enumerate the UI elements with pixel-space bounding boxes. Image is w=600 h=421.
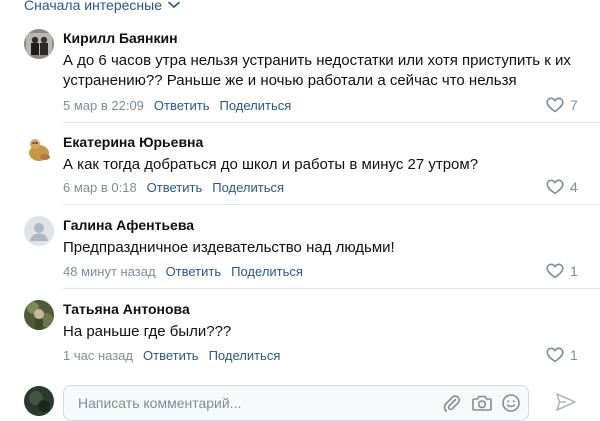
heart-icon <box>546 97 564 113</box>
reply-button[interactable]: Ответить <box>143 348 199 363</box>
like-count: 1 <box>570 263 578 279</box>
comment-author[interactable]: Галина Афентьева <box>63 217 194 233</box>
avatar[interactable] <box>24 216 54 246</box>
share-button[interactable]: Поделиться <box>231 264 303 279</box>
heart-icon <box>546 347 564 363</box>
avatar[interactable] <box>24 300 54 330</box>
emoji-icon[interactable] <box>501 393 521 418</box>
comment-author[interactable]: Татьяна Антонова <box>63 301 190 317</box>
comment-text: На раньше где были??? <box>63 323 232 340</box>
like-button[interactable]: 4 <box>546 179 578 195</box>
sort-dropdown[interactable]: Сначала интересные <box>24 0 180 14</box>
like-count: 7 <box>570 97 578 113</box>
divider <box>63 122 600 123</box>
share-button[interactable]: Поделиться <box>212 180 284 195</box>
comment-item: Татьяна Антонова На раньше где были??? 1… <box>0 300 600 368</box>
avatar[interactable] <box>24 133 54 163</box>
comment-timestamp[interactable]: 5 мар в 22:09 <box>63 98 144 113</box>
comment-composer <box>63 385 529 421</box>
like-button[interactable]: 1 <box>546 263 578 279</box>
like-count: 1 <box>570 347 578 363</box>
share-button[interactable]: Поделиться <box>219 98 291 113</box>
share-button[interactable]: Поделиться <box>209 348 281 363</box>
comment-timestamp[interactable]: 1 час назад <box>63 348 133 363</box>
comment-timestamp[interactable]: 6 мар в 0:18 <box>63 180 137 195</box>
like-count: 4 <box>570 179 578 195</box>
like-button[interactable]: 1 <box>546 347 578 363</box>
comment-item: Екатерина Юрьевна А как тогда добраться … <box>0 133 600 201</box>
current-user-avatar <box>24 386 54 416</box>
reply-button[interactable]: Ответить <box>166 264 222 279</box>
send-icon <box>555 393 577 416</box>
like-button[interactable]: 7 <box>546 97 578 113</box>
divider <box>63 204 600 205</box>
chevron-down-icon <box>168 1 180 9</box>
reply-button[interactable]: Ответить <box>147 180 203 195</box>
paperclip-icon[interactable] <box>442 393 462 418</box>
comment-text: А как тогда добраться до школ и работы в… <box>63 156 479 173</box>
comment-input[interactable] <box>76 392 420 414</box>
comment-item: Галина Афентьева Предпраздничное издеват… <box>0 216 600 284</box>
comment-author[interactable]: Кирилл Баянкин <box>63 30 178 46</box>
send-button[interactable] <box>555 392 577 417</box>
comment-author[interactable]: Екатерина Юрьевна <box>63 134 203 150</box>
comment-text: А до 6 часов утра нельзя устранить недос… <box>63 52 571 89</box>
heart-icon <box>546 179 564 195</box>
reply-button[interactable]: Ответить <box>154 98 210 113</box>
comment-item: Кирилл Баянкин А до 6 часов утра нельзя … <box>0 29 600 117</box>
default-avatar-icon <box>24 216 54 246</box>
sort-label: Сначала интересные <box>24 0 162 13</box>
camera-icon[interactable] <box>471 393 493 418</box>
avatar[interactable] <box>24 29 54 59</box>
comment-text: Предпраздничное издевательство над людьм… <box>63 239 395 256</box>
divider <box>63 288 600 289</box>
comment-timestamp[interactable]: 48 минут назад <box>63 264 156 279</box>
heart-icon <box>546 263 564 279</box>
